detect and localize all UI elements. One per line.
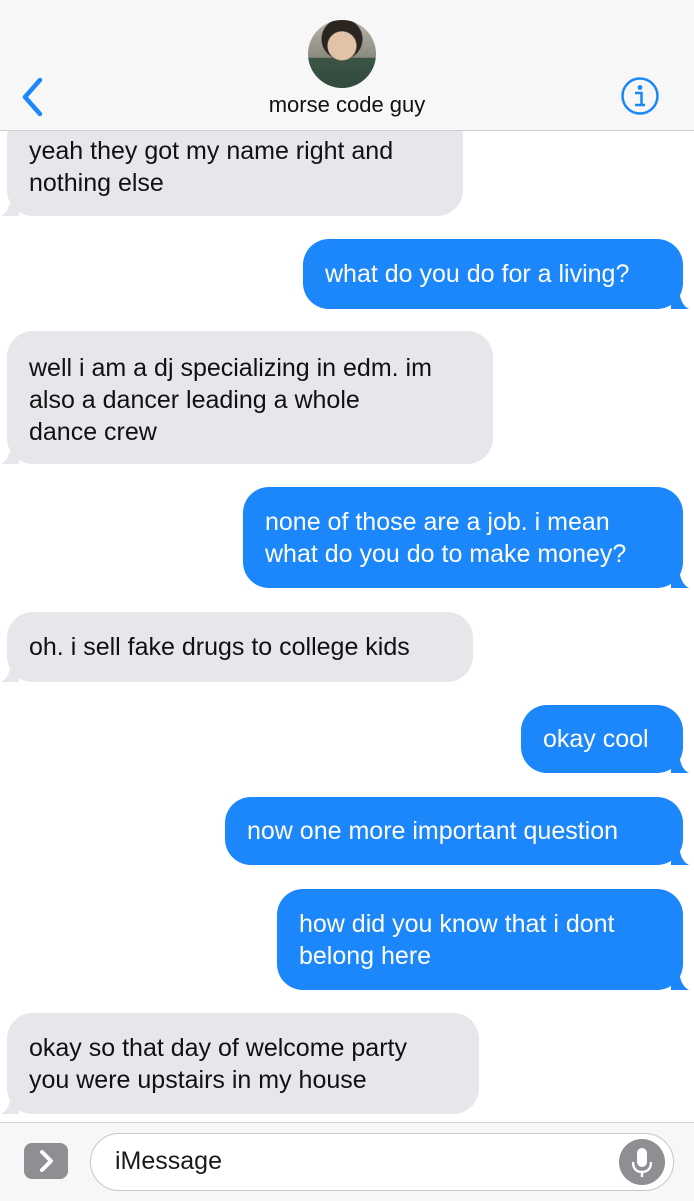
bubble-tail bbox=[671, 966, 689, 990]
bubble-tail bbox=[671, 841, 689, 865]
message-text: oh. i sell fake drugs to college kids bbox=[29, 633, 410, 661]
contact-avatar[interactable] bbox=[308, 20, 376, 88]
expand-apps-button[interactable] bbox=[24, 1143, 68, 1179]
message-text: yeah they got my name right and bbox=[29, 137, 394, 165]
message-thread[interactable]: yeah they got my name right and nothing … bbox=[0, 131, 694, 1121]
message-text: nothing else bbox=[29, 169, 164, 197]
message-bubble-received[interactable]: well i am a dj specializing in edm. im a… bbox=[1, 331, 493, 464]
message-bubble-received[interactable]: okay so that day of welcome party you we… bbox=[1, 1013, 479, 1114]
contact-name[interactable]: morse code guy bbox=[0, 92, 694, 118]
message-text: none of those are a job. i mean bbox=[265, 508, 610, 536]
message-text: how did you know that i dont bbox=[299, 910, 615, 938]
message-text: also a dancer leading a whole bbox=[29, 386, 360, 414]
info-button[interactable] bbox=[620, 76, 660, 116]
message-text: now one more important question bbox=[247, 817, 619, 845]
dictation-button[interactable] bbox=[619, 1139, 665, 1185]
conversation-header: morse code guy bbox=[0, 0, 694, 131]
compose-bar: iMessage bbox=[0, 1122, 694, 1201]
microphone-icon bbox=[631, 1148, 653, 1177]
message-bubble-sent[interactable]: okay cool bbox=[521, 705, 689, 773]
bubble-tail bbox=[671, 285, 689, 309]
message-input-placeholder: iMessage bbox=[115, 1147, 222, 1175]
bubble-tail bbox=[1, 440, 19, 464]
message-bubble-sent[interactable]: what do you do for a living? bbox=[303, 239, 689, 309]
chevron-right-icon bbox=[40, 1150, 53, 1172]
message-text: well i am a dj specializing in edm. im bbox=[29, 354, 432, 382]
message-text: belong here bbox=[299, 942, 432, 970]
bubble-tail bbox=[1, 1090, 19, 1114]
message-bubble-received[interactable]: yeah they got my name right and nothing … bbox=[1, 131, 463, 216]
message-text: dance crew bbox=[29, 418, 157, 446]
message-text: you were upstairs in my house bbox=[29, 1066, 367, 1094]
message-bubble-sent[interactable]: how did you know that i dont belong here bbox=[277, 889, 689, 990]
message-text: okay so that day of welcome party bbox=[29, 1034, 407, 1062]
bubble-tail bbox=[1, 658, 19, 682]
message-bubble-sent[interactable]: now one more important question bbox=[225, 797, 689, 865]
message-input[interactable]: iMessage bbox=[90, 1133, 674, 1191]
bubble-tail bbox=[671, 749, 689, 773]
message-text: what do you do for a living? bbox=[325, 260, 630, 288]
message-bubble-received[interactable]: oh. i sell fake drugs to college kids bbox=[1, 612, 473, 682]
bubble-tail bbox=[671, 564, 689, 588]
message-text: what do you do to make money? bbox=[265, 540, 627, 568]
info-icon bbox=[621, 77, 659, 115]
message-bubble-sent[interactable]: none of those are a job. i mean what do … bbox=[243, 487, 689, 588]
message-text: okay cool bbox=[543, 725, 649, 753]
bubble-tail bbox=[1, 192, 19, 216]
